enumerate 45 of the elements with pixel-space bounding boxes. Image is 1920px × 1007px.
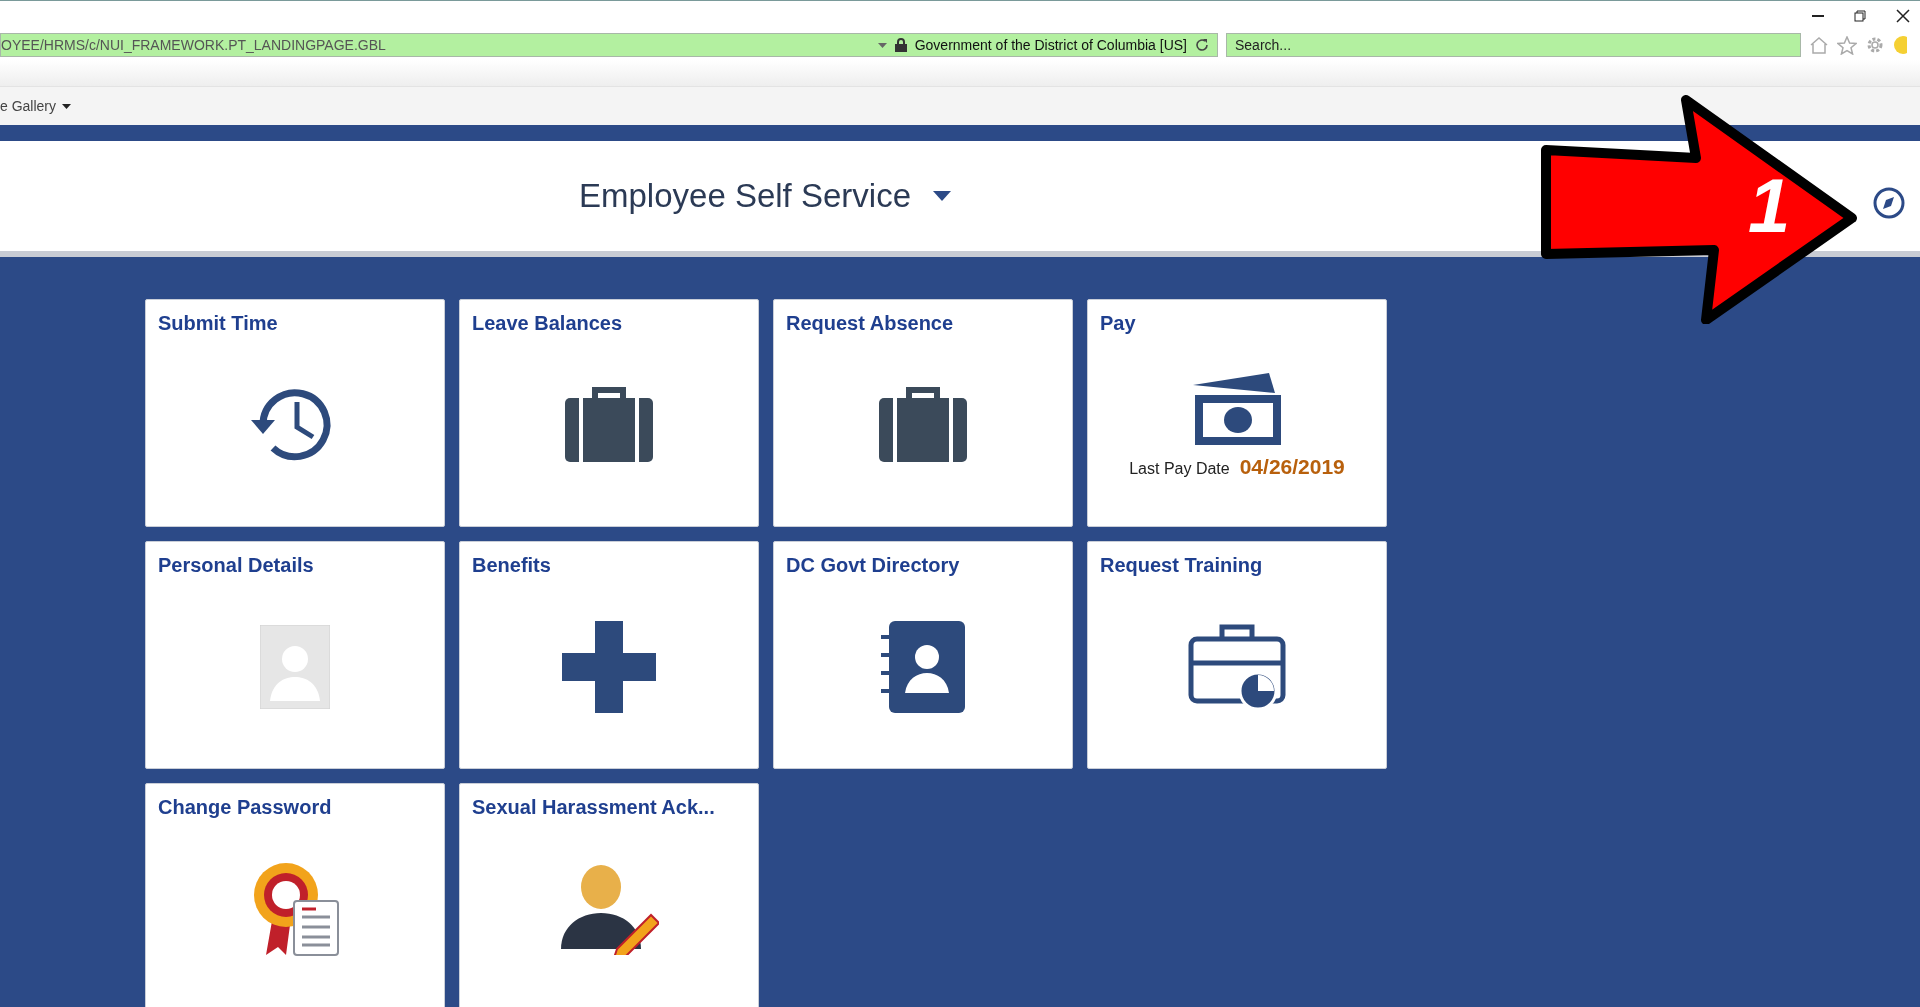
caret-icon bbox=[62, 103, 72, 109]
minimize-icon[interactable] bbox=[1812, 14, 1824, 17]
app-tile[interactable]: Sexual Harassment Ack... bbox=[459, 783, 759, 1007]
app-tile[interactable]: Leave Balances bbox=[459, 299, 759, 527]
tile-title: Pay bbox=[1100, 312, 1137, 335]
star-icon[interactable] bbox=[1837, 35, 1857, 55]
tile-title: Change Password bbox=[158, 796, 333, 819]
tile-title: Personal Details bbox=[158, 554, 315, 577]
briefcase-icon bbox=[877, 385, 969, 464]
address-book-icon bbox=[881, 620, 965, 713]
app-tile[interactable]: DC Govt Directory bbox=[773, 541, 1073, 769]
tile-title: Request Training bbox=[1100, 554, 1264, 577]
url-text: OYEE/HRMS/c/NUI_FRAMEWORK.PT_LANDINGPAGE.GBL bbox=[1, 37, 387, 53]
plus-cross-icon bbox=[562, 620, 656, 713]
app-tile[interactable]: Submit Time bbox=[145, 299, 445, 527]
dropdown-caret-icon[interactable] bbox=[877, 42, 887, 48]
tile-title: Leave Balances bbox=[472, 312, 624, 335]
close-icon[interactable] bbox=[1896, 8, 1910, 23]
briefcase-icon bbox=[563, 385, 655, 464]
app-tile[interactable]: Benefits bbox=[459, 541, 759, 769]
detail-label: Last Pay Date bbox=[1129, 459, 1230, 478]
caret-icon bbox=[933, 191, 951, 201]
tile-title: Benefits bbox=[472, 554, 552, 577]
app-tile[interactable]: Request Absence bbox=[773, 299, 1073, 527]
annotation-number: 1 bbox=[1748, 163, 1791, 248]
navigation-compass-icon[interactable] bbox=[1872, 186, 1906, 220]
app-tile[interactable]: Pay Last Pay Date 04/26/2019 bbox=[1087, 299, 1387, 527]
site-identity[interactable]: Government of the District of Columbia [US] bbox=[914, 37, 1187, 53]
padlock-icon bbox=[894, 38, 907, 52]
restore-icon[interactable] bbox=[1854, 9, 1866, 22]
detail-value: 04/26/2019 bbox=[1239, 454, 1345, 479]
avatar-placeholder-icon bbox=[260, 624, 330, 709]
app-tile[interactable]: Change Password bbox=[145, 783, 445, 1007]
app-tile[interactable]: Personal Details bbox=[145, 541, 445, 769]
app-tile[interactable]: Request Training bbox=[1087, 541, 1387, 769]
person-pencil-icon bbox=[559, 862, 659, 955]
page-title-menu[interactable]: Employee Self Service bbox=[573, 176, 957, 216]
favorites-menu[interactable]: e Gallery bbox=[0, 98, 72, 114]
tile-title: Submit Time bbox=[158, 312, 279, 335]
address-bar[interactable]: OYEE/HRMS/c/NUI_FRAMEWORK.PT_LANDINGPAGE.GBL Government of the District of Columbia [US] bbox=[0, 33, 1218, 57]
tile-title: DC Govt Directory bbox=[786, 554, 961, 577]
refresh-icon[interactable] bbox=[1195, 38, 1209, 52]
search-field[interactable]: Search... bbox=[1226, 33, 1801, 57]
tile-title: Request Absence bbox=[786, 312, 955, 335]
tile-title: Sexual Harassment Ack... bbox=[472, 796, 716, 819]
